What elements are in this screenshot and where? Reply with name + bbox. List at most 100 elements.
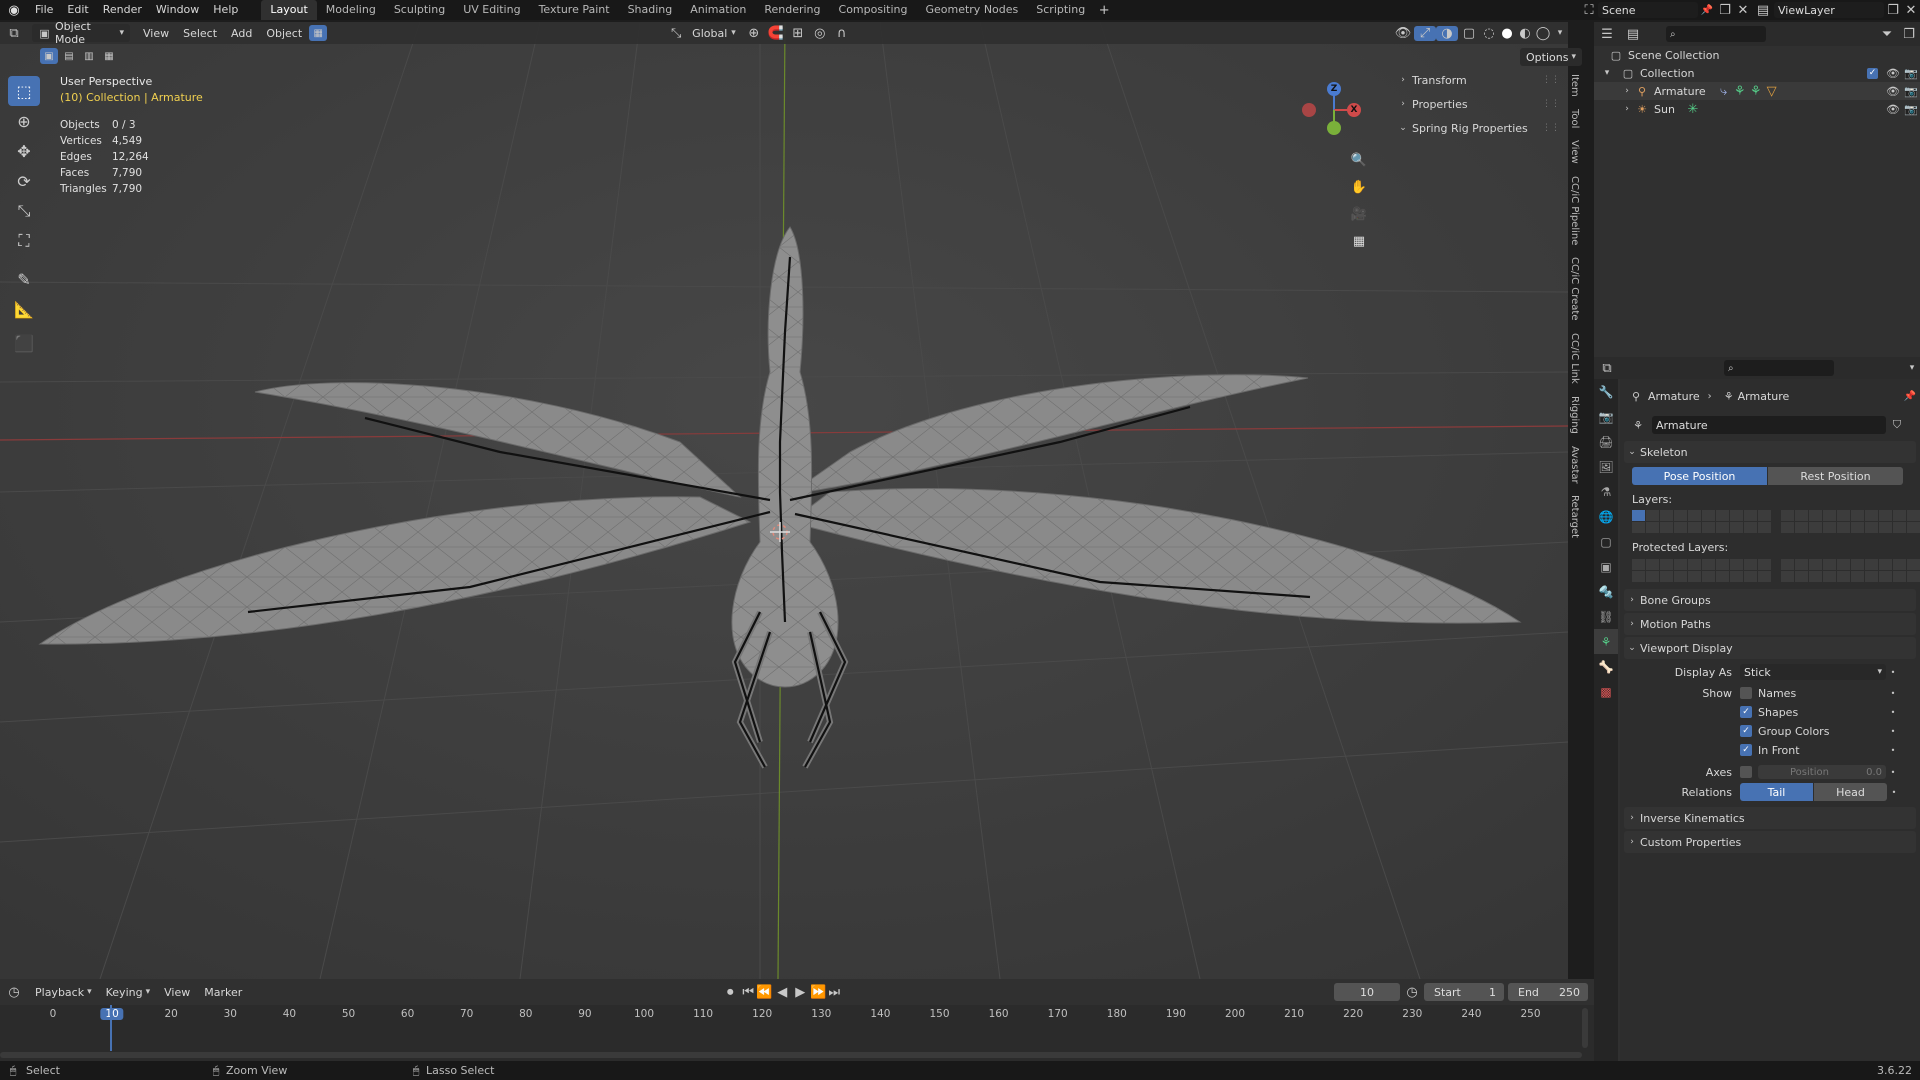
exclude-checkbox[interactable]: ✓ xyxy=(1867,67,1878,79)
tool-tab-icon[interactable]: 🔧 xyxy=(1594,379,1618,404)
jump-keyframe-back-icon[interactable]: ⏪ xyxy=(755,985,773,1000)
overlay-toggle-icon[interactable]: ◑ xyxy=(1436,25,1458,41)
scene-tab-icon[interactable]: ⚗ xyxy=(1594,479,1618,504)
outliner-row-collection[interactable]: ▾ ▢ Collection ✓ 👁 📷 xyxy=(1594,64,1920,82)
add-workspace-icon[interactable]: + xyxy=(1094,3,1114,18)
tab-rigging[interactable]: Rigging xyxy=(1566,390,1580,440)
drag-handle-icon[interactable]: ⋮⋮ xyxy=(1542,123,1560,133)
3d-viewport[interactable] xyxy=(0,22,1568,979)
object-tab-icon[interactable]: ▣ xyxy=(1594,554,1618,579)
tab-compositing[interactable]: Compositing xyxy=(830,0,917,20)
display-as-dropdown[interactable]: Stick ▾ xyxy=(1740,664,1886,680)
keyframe-dot-icon[interactable]: • xyxy=(1886,668,1900,677)
names-checkbox[interactable] xyxy=(1740,687,1752,699)
annotate-tool-icon[interactable]: ✎ xyxy=(8,264,40,294)
scene-field[interactable]: Scene xyxy=(1598,2,1698,18)
fake-user-icon[interactable]: ⛉ xyxy=(1886,418,1908,432)
panel-transform[interactable]: › Transform ⋮⋮ xyxy=(1390,68,1566,92)
timeline-editor-icon[interactable]: ◷ xyxy=(0,985,28,1000)
add-cube-tool-icon[interactable]: ⬛ xyxy=(8,328,40,358)
world-tab-icon[interactable]: 🌐 xyxy=(1594,504,1618,529)
layer-block-left[interactable] xyxy=(1632,510,1771,533)
jump-end-icon[interactable]: ⏭ xyxy=(827,985,841,1000)
drag-handle-icon[interactable]: ⋮⋮ xyxy=(1542,75,1560,85)
tab-modeling[interactable]: Modeling xyxy=(317,0,385,20)
playhead-line[interactable] xyxy=(110,1005,112,1051)
data-name-field[interactable]: Armature xyxy=(1652,416,1886,434)
relations-head-button[interactable]: Head xyxy=(1814,783,1887,801)
wireframe-shading-icon[interactable]: ◌ xyxy=(1480,26,1498,41)
tab-retarget[interactable]: Retarget xyxy=(1566,489,1580,544)
motion-paths-section-header[interactable]: › Motion Paths xyxy=(1624,613,1916,635)
output-tab-icon[interactable]: 🖨 xyxy=(1594,429,1618,454)
tab-rendering[interactable]: Rendering xyxy=(755,0,829,20)
bone-groups-section-header[interactable]: › Bone Groups xyxy=(1624,589,1916,611)
menu-file[interactable]: File xyxy=(28,0,60,20)
protected-block-right[interactable] xyxy=(1781,559,1920,582)
options-button[interactable]: Options ▾ xyxy=(1520,48,1582,66)
play-icon[interactable]: ▶ xyxy=(791,985,809,1000)
pivot-icon[interactable]: ⊕ xyxy=(743,26,765,41)
close-viewlayer-icon[interactable]: ✕ xyxy=(1902,3,1920,18)
rest-position-button[interactable]: Rest Position xyxy=(1768,467,1903,485)
jump-keyframe-forward-icon[interactable]: ⏩ xyxy=(809,985,827,1000)
pin-icon[interactable]: 📌 xyxy=(1900,391,1920,402)
camera-icon[interactable]: 📷 xyxy=(1902,85,1920,98)
menu-select[interactable]: Select xyxy=(176,24,224,42)
constraint-tab-icon[interactable]: ⛓ xyxy=(1594,604,1618,629)
layer-block-right[interactable] xyxy=(1781,510,1920,533)
tab-view[interactable]: View xyxy=(1566,134,1580,170)
tab-tool[interactable]: Tool xyxy=(1566,103,1580,134)
modifier-tab-icon[interactable]: 🔩 xyxy=(1594,579,1618,604)
editor-type-icon[interactable]: ⧉ xyxy=(0,26,28,41)
protected-layers-grid[interactable] xyxy=(1632,559,1920,582)
properties-editor-icon[interactable]: ⧉ xyxy=(1594,361,1620,376)
menu-add[interactable]: Add xyxy=(224,24,259,42)
chevron-down-icon[interactable]: ▾ xyxy=(1904,363,1920,373)
copy-scene-icon[interactable]: ❐ xyxy=(1716,3,1734,18)
rendered-shading-icon[interactable]: ◯ xyxy=(1534,26,1552,41)
xray-icon[interactable]: ▢ xyxy=(1458,26,1480,41)
jump-start-icon[interactable]: ⏮ xyxy=(741,985,755,1000)
record-icon[interactable]: ⏺ xyxy=(719,985,741,1000)
relations-tail-button[interactable]: Tail xyxy=(1740,783,1813,801)
tab-animation[interactable]: Animation xyxy=(681,0,755,20)
tab-sculpting[interactable]: Sculpting xyxy=(385,0,454,20)
render-tab-icon[interactable]: 📷 xyxy=(1594,404,1618,429)
collection-tab-icon[interactable]: ▢ xyxy=(1594,529,1618,554)
frame-ruler[interactable]: 0 10 20 30 40 50 60 70 80 90 100 110 120 130 140 150 160… xyxy=(0,1005,1582,1025)
menu-object[interactable]: Object xyxy=(259,24,309,42)
timeline-view-menu[interactable]: View xyxy=(157,983,197,1001)
keyframe-dot-icon[interactable]: • xyxy=(1886,768,1900,777)
eye-icon[interactable]: 👁 xyxy=(1884,103,1902,116)
scale-tool-icon[interactable]: ⤡ xyxy=(8,196,40,226)
protected-block-left[interactable] xyxy=(1632,559,1771,582)
tab-avastar[interactable]: Avastar xyxy=(1566,440,1580,490)
menu-view[interactable]: View xyxy=(136,24,176,42)
chevron-right-icon[interactable]: › xyxy=(1620,104,1634,114)
gizmo-z-axis[interactable]: Z xyxy=(1327,82,1341,96)
chevron-down-icon[interactable]: ▾ xyxy=(1594,68,1620,78)
gizmo-toggle-icon[interactable]: ⤢ xyxy=(1414,25,1436,41)
skeleton-section-header[interactable]: ⌄ Skeleton xyxy=(1624,441,1916,463)
measure-tool-icon[interactable]: 📐 xyxy=(8,294,40,324)
transform-tool-icon[interactable]: ⛶ xyxy=(8,226,40,256)
select-new-icon[interactable]: ▣ xyxy=(40,48,58,64)
select-invert-icon[interactable]: ▦ xyxy=(100,48,118,64)
visibility-icon[interactable]: 👁 xyxy=(1392,26,1414,41)
keying-menu[interactable]: Keying ▾ xyxy=(99,983,157,1001)
outliner-row-armature[interactable]: › ⚲ Armature ⤷ ⚘ ⚘ ▽ 👁 📷 xyxy=(1594,82,1920,100)
orientation-dropdown[interactable]: Global ▾ xyxy=(685,24,743,42)
outliner-row-sun[interactable]: › ☀ Sun ✳ 👁 📷 xyxy=(1594,100,1920,118)
tab-cc-create[interactable]: CC/iC Create xyxy=(1566,251,1580,327)
tab-cc-pipeline[interactable]: CC/iC Pipeline xyxy=(1566,170,1580,251)
shapes-checkbox[interactable]: ✓ xyxy=(1740,706,1752,718)
eye-icon[interactable]: 👁 xyxy=(1884,85,1902,98)
panel-spring-rig[interactable]: ⌄ Spring Rig Properties ⋮⋮ xyxy=(1390,116,1566,140)
camera-icon[interactable]: 📷 xyxy=(1902,103,1920,116)
playback-menu[interactable]: Playback ▾ xyxy=(28,983,99,1001)
select-subtract-icon[interactable]: ▥ xyxy=(80,48,98,64)
select-extend-icon[interactable]: ▤ xyxy=(60,48,78,64)
solid-shading-icon[interactable]: ● xyxy=(1498,26,1516,41)
preview-range-icon[interactable]: ◷ xyxy=(1400,985,1424,1000)
